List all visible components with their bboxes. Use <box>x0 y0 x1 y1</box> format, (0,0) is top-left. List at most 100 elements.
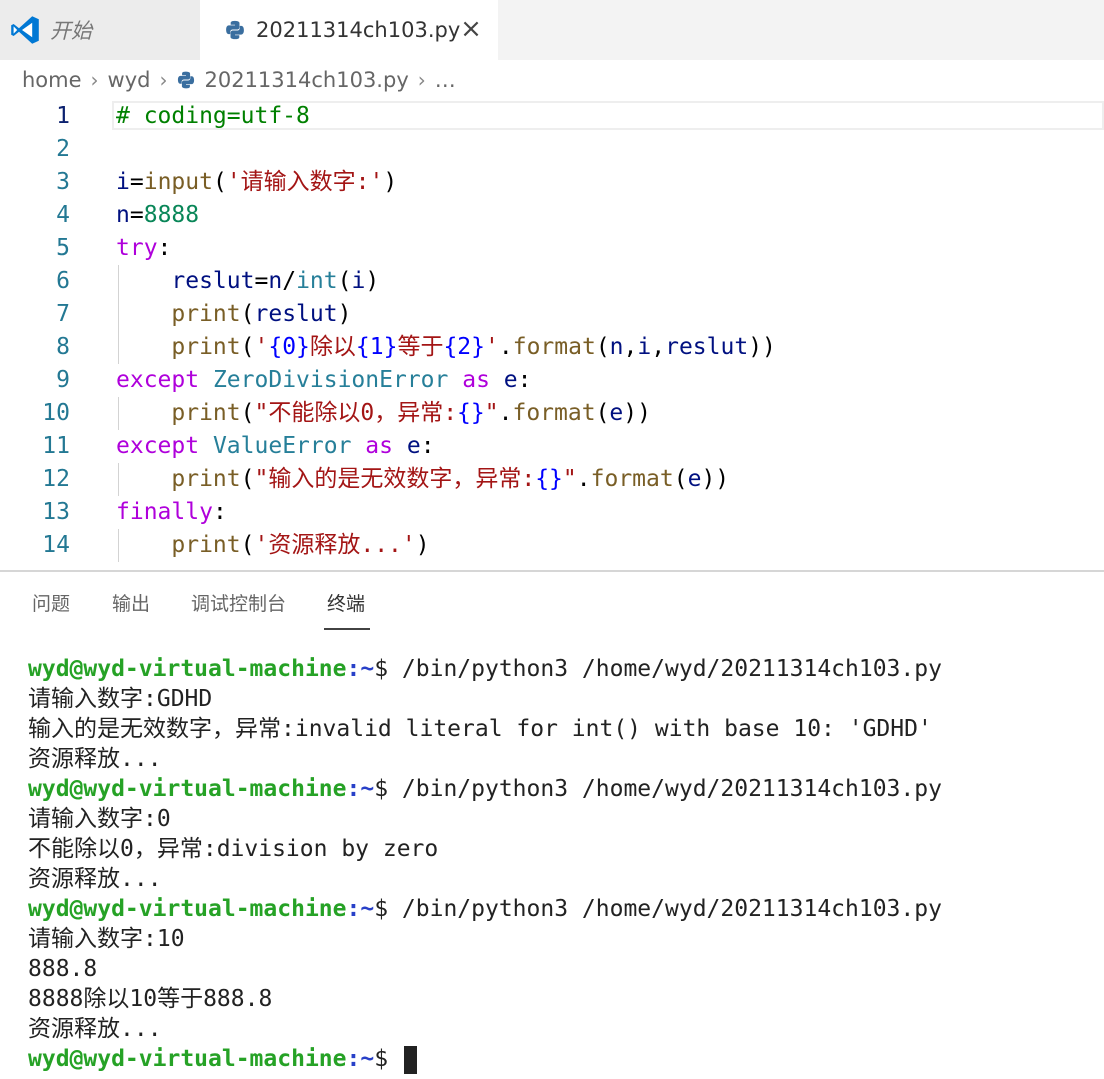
code-line[interactable]: 4 n=8888 <box>0 199 1104 232</box>
code-token: , <box>623 334 638 360</box>
tab-start[interactable]: 开始 <box>0 0 200 60</box>
tab-start-label: 开始 <box>50 19 92 43</box>
terminal-output-line: 输入的是无效数字，异常:invalid literal for int() wi… <box>28 714 1098 744</box>
prompt-path: :~ <box>346 896 375 922</box>
terminal-output-line: 不能除以0，异常:division by zero <box>28 834 1098 864</box>
code-token: ( <box>212 169 227 195</box>
terminal-text: 资源释放... <box>28 746 162 772</box>
code-token: " <box>484 400 499 426</box>
prompt-user: wyd@wyd-virtual-machine <box>28 656 347 682</box>
tab-debug-console[interactable]: 调试控制台 <box>191 589 286 616</box>
terminal-text: 请输入数字:GDHD <box>28 686 213 712</box>
code-token: )) <box>623 400 651 426</box>
prompt-user: wyd@wyd-virtual-machine <box>28 1046 347 1072</box>
line-number: 11 <box>42 433 70 459</box>
code-token: . <box>498 400 513 426</box>
code-line[interactable]: 2 <box>0 133 1104 166</box>
chevron-right-icon: › <box>159 68 168 92</box>
code-line[interactable]: 7 print(reslut) <box>0 298 1104 331</box>
code-line[interactable]: 5 try: <box>0 232 1104 265</box>
code-line[interactable]: 12 print("输入的是无效数字，异常:{}".format(e)) <box>0 463 1104 496</box>
breadcrumb: home › wyd › 20211314ch103.py › … <box>22 64 456 96</box>
code-token: , <box>651 334 666 360</box>
code-line[interactable]: 10 print("不能除以0，异常:{}".format(e)) <box>0 397 1104 430</box>
code-token: print <box>171 301 241 327</box>
terminal-output-line: 请输入数字:10 <box>28 924 1098 954</box>
terminal-prompt-line: wyd@wyd-virtual-machine:~$ /bin/python3 … <box>28 774 1098 804</box>
terminal-text: 请输入数字:0 <box>28 806 171 832</box>
code-token: {1} <box>355 334 398 360</box>
code-editor[interactable]: 1 # coding=utf-8 2 3 i=input('请输入数字:') 4 n=888… <box>0 100 1104 568</box>
terminal-text: 8888除以10等于888.8 <box>28 986 273 1012</box>
prompt-path: :~ <box>346 776 375 802</box>
code-line[interactable]: 8 print('{0}除以{1}等于{2}'.format(n,i,reslu… <box>0 331 1104 364</box>
code-token: {} <box>535 466 563 492</box>
code-token: : <box>212 499 227 525</box>
code-line[interactable]: 11 except ValueError as e: <box>0 430 1104 463</box>
line-number: 12 <box>42 466 70 492</box>
code-line[interactable]: 3 i=input('请输入数字:') <box>0 166 1104 199</box>
code-token: " <box>562 466 577 492</box>
code-token: reslut <box>665 334 749 360</box>
code-text: print("不能除以0，异常:{}".format(e)) <box>116 397 651 430</box>
terminal-output-line: 888.8 <box>28 954 1098 984</box>
code-text: try: <box>116 232 171 265</box>
code-token: ' <box>485 334 499 360</box>
panel-tab-bar: 问题 输出 调试控制台 终端 <box>0 574 1104 630</box>
code-token: format <box>512 334 596 360</box>
code-token: ( <box>240 301 255 327</box>
code-line[interactable]: 1 # coding=utf-8 <box>0 100 1104 133</box>
code-line[interactable]: 13 finally: <box>0 496 1104 529</box>
code-token: : <box>157 235 172 261</box>
code-token: "不能除以0，异常: <box>254 400 458 426</box>
terminal-text: 请输入数字:10 <box>28 926 185 952</box>
code-token: ( <box>240 466 255 492</box>
code-token: as <box>462 367 490 393</box>
tab-terminal[interactable]: 终端 <box>327 589 365 616</box>
code-token: '请输入数字:' <box>226 169 384 195</box>
terminal-output[interactable]: wyd@wyd-virtual-machine:~$ /bin/python3 … <box>28 654 1098 1074</box>
breadcrumb-item-file[interactable]: 20211314ch103.py <box>204 68 408 92</box>
code-line[interactable]: 9 except ZeroDivisionError as e: <box>0 364 1104 397</box>
code-token: format <box>590 466 674 492</box>
code-text: except ValueError as e: <box>116 430 435 463</box>
code-token: print <box>171 334 241 360</box>
code-token: 8888 <box>143 202 200 228</box>
breadcrumb-item-wyd[interactable]: wyd <box>108 68 151 92</box>
code-text: print('{0}除以{1}等于{2}'.format(n,i,reslut)… <box>116 331 776 364</box>
code-token: n <box>609 334 624 360</box>
terminal-output-line: 8888除以10等于888.8 <box>28 984 1098 1014</box>
code-token: finally <box>116 499 213 525</box>
active-tab-indicator <box>324 628 370 630</box>
breadcrumb-item-symbols[interactable]: … <box>435 68 456 92</box>
tab-output[interactable]: 输出 <box>112 589 150 616</box>
code-token: = <box>129 202 144 228</box>
tab-file-label: 20211314ch103.py <box>256 18 461 42</box>
terminal-output-line: 资源释放... <box>28 1014 1098 1044</box>
line-number: 1 <box>56 103 70 129</box>
code-token: e <box>503 367 518 393</box>
vscode-logo-icon <box>11 16 39 44</box>
terminal-text: $ <box>374 1046 402 1072</box>
code-token: ( <box>240 334 255 360</box>
code-token: {0} <box>268 334 310 360</box>
code-token: ( <box>673 466 688 492</box>
line-number: 2 <box>56 136 70 162</box>
python-file-icon <box>226 20 244 40</box>
code-token: input <box>143 169 213 195</box>
breadcrumb-item-home[interactable]: home <box>22 68 82 92</box>
tab-problems[interactable]: 问题 <box>32 589 70 616</box>
code-line[interactable]: 14 print('资源释放...') <box>0 529 1104 562</box>
tab-python-file[interactable]: 20211314ch103.py × <box>200 0 498 60</box>
close-tab-icon[interactable]: × <box>458 16 484 42</box>
terminal-text: 输入的是无效数字，异常:invalid literal for int() wi… <box>28 716 932 742</box>
line-number: 13 <box>42 499 70 525</box>
code-token: ValueError <box>212 433 352 459</box>
code-token: = <box>129 169 144 195</box>
code-line[interactable]: 6 reslut=n/int(i) <box>0 265 1104 298</box>
